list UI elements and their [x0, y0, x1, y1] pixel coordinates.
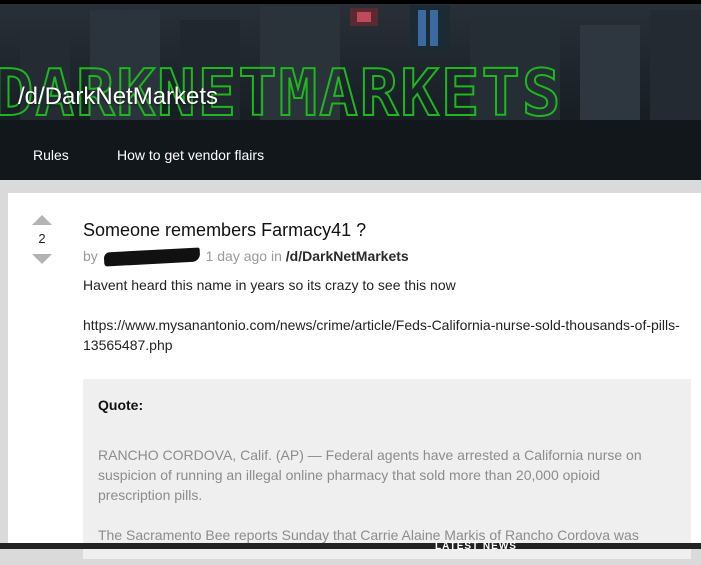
quote-label: Quote: [98, 397, 144, 413]
vote-controls: 2 [30, 215, 54, 264]
post-title[interactable]: Someone remembers Farmacy41 ? [83, 220, 366, 241]
meta-subreddit-link[interactable]: /d/DarkNetMarkets [286, 248, 409, 264]
post-url-link[interactable]: https://www.mysanantonio.com/news/crime/… [83, 315, 683, 355]
subreddit-banner: DARKNETMARKETS /d/DarkNetMarkets Rules H… [0, 0, 701, 180]
subreddit-title[interactable]: /d/DarkNetMarkets [18, 82, 218, 112]
latest-news-label: LATEST NEWS [435, 541, 517, 552]
quote-paragraph: The Sacramento Bee reports Sunday that C… [98, 527, 639, 543]
post-score: 2 [38, 231, 46, 246]
downvote-arrow-icon[interactable] [32, 254, 52, 264]
nav-rules-link[interactable]: Rules [33, 147, 69, 163]
quote-block: Quote: RANCHO CORDOVA, Calif. (AP) — Fed… [83, 379, 691, 559]
subreddit-nav: Rules How to get vendor flairs [0, 138, 701, 174]
bottom-strip [0, 543, 701, 549]
nav-vendor-flairs-link[interactable]: How to get vendor flairs [117, 147, 264, 163]
upvote-arrow-icon[interactable] [32, 215, 52, 225]
post-body: Havent heard this name in years so its c… [83, 275, 683, 375]
meta-by-label: by [83, 248, 98, 264]
meta-time: 1 day ago in [205, 248, 282, 264]
quote-paragraph: RANCHO CORDOVA, Calif. (AP) — Federal ag… [98, 447, 642, 503]
redacted-author-scribble [103, 247, 200, 267]
post-card: 2 Someone remembers Farmacy41 ? by 1 day… [8, 193, 701, 559]
post-meta: by 1 day ago in /d/DarkNetMarkets [83, 247, 409, 267]
post-body-line: Havent heard this name in years so its c… [83, 277, 456, 293]
